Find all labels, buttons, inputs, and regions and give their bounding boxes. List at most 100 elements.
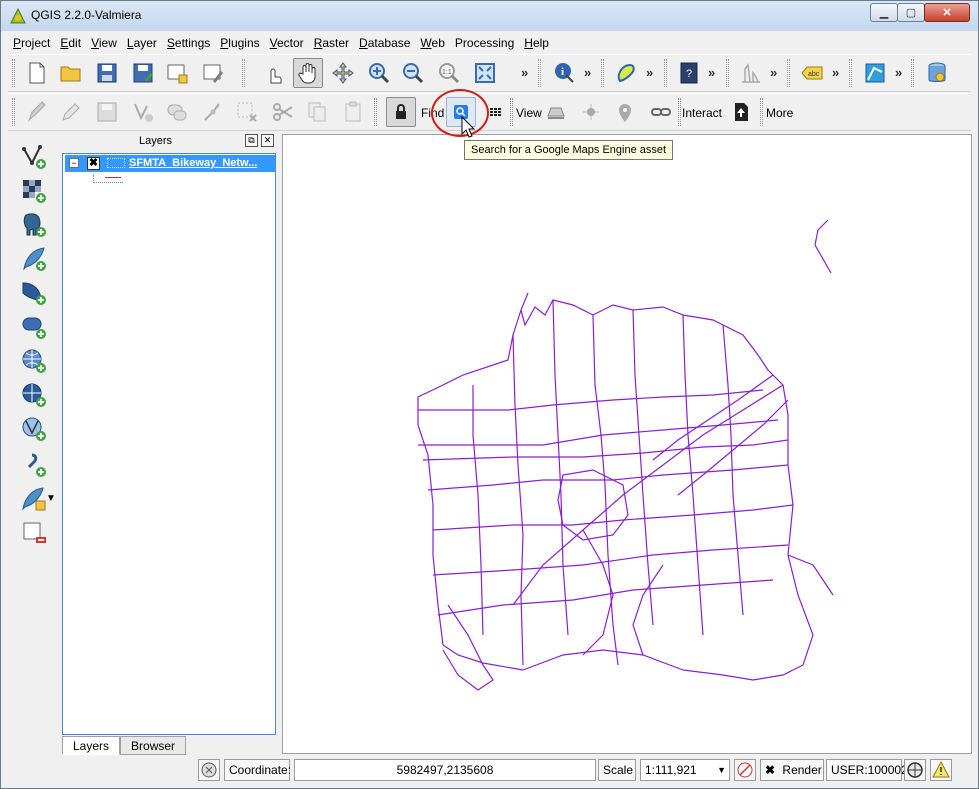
paste-features-button[interactable]	[338, 97, 368, 127]
add-raster-layer-button[interactable]	[18, 176, 50, 206]
node-tool-button[interactable]	[198, 97, 228, 127]
close-panel-button[interactable]: ✕	[261, 134, 274, 147]
zoom-in-button[interactable]	[364, 58, 394, 88]
add-vector-layer-button[interactable]	[18, 142, 50, 172]
menu-raster[interactable]: Raster	[309, 32, 354, 54]
render-toggle[interactable]: ✖ Render	[760, 759, 824, 781]
menu-layer[interactable]: Layer	[122, 32, 162, 54]
pan-map-button[interactable]	[293, 58, 323, 88]
toolbar-grip[interactable]	[678, 98, 681, 126]
gme-view-map-button[interactable]	[541, 97, 571, 127]
minimize-button[interactable]: ▁	[870, 3, 898, 22]
tab-browser[interactable]: Browser	[120, 736, 187, 755]
add-wcs-layer-button[interactable]	[18, 380, 50, 410]
toolbar-grip[interactable]	[12, 59, 15, 87]
coordinate-field[interactable]: 5982497,2135608	[294, 759, 596, 781]
toolbar-overflow-chevron[interactable]: »	[646, 65, 653, 80]
open-project-button[interactable]	[56, 58, 86, 88]
toolbar-grip[interactable]	[510, 98, 513, 126]
copy-features-button[interactable]	[302, 97, 332, 127]
close-button[interactable]: ✕	[924, 3, 970, 22]
menu-plugins[interactable]: Plugins	[215, 32, 264, 54]
move-feature-button[interactable]	[162, 97, 192, 127]
toolbar-grip[interactable]	[787, 59, 790, 87]
cut-features-button[interactable]	[268, 97, 298, 127]
toolbar-grip[interactable]	[242, 59, 245, 87]
warning-button[interactable]	[930, 759, 952, 781]
georeferencer-button[interactable]	[860, 58, 890, 88]
raster-histogram-button[interactable]	[736, 58, 766, 88]
zoom-actual-size-button[interactable]: 1:1	[434, 58, 464, 88]
menu-web[interactable]: Web	[415, 32, 449, 54]
map-canvas[interactable]	[282, 134, 972, 754]
toolbar-grip[interactable]	[849, 59, 852, 87]
save-edits-button[interactable]	[92, 97, 122, 127]
menu-project[interactable]: Project	[8, 32, 55, 54]
toolbar-grip[interactable]	[664, 59, 667, 87]
pan-to-selection-button[interactable]	[328, 58, 358, 88]
add-spatialite-layer-button[interactable]	[18, 244, 50, 274]
collapse-toggle[interactable]: −	[69, 158, 79, 168]
toolbar-grip[interactable]	[538, 59, 541, 87]
db-manager-button[interactable]	[922, 58, 952, 88]
float-panel-button[interactable]: ⧉	[245, 134, 258, 147]
toggle-editing-button[interactable]	[56, 97, 86, 127]
new-project-button[interactable]	[22, 58, 52, 88]
composer-manager-button[interactable]	[198, 58, 228, 88]
rotation-button[interactable]	[734, 759, 756, 781]
add-postgis-layer-button[interactable]	[18, 210, 50, 240]
menu-processing[interactable]: Processing	[450, 32, 519, 54]
toolbar-grip[interactable]	[601, 59, 604, 87]
help-contents-button[interactable]: ?	[674, 58, 704, 88]
add-wms-layer-button[interactable]	[18, 346, 50, 376]
menu-vector[interactable]: Vector	[265, 32, 309, 54]
maximize-button[interactable]: ▢	[897, 3, 925, 22]
chevron-down-icon[interactable]: ▼	[717, 760, 726, 780]
toolbar-grip[interactable]	[374, 98, 377, 126]
save-as-button[interactable]	[128, 58, 158, 88]
toolbar-overflow-chevron[interactable]: »	[708, 65, 715, 80]
toolbar-grip[interactable]	[760, 98, 763, 126]
menu-help[interactable]: Help	[519, 32, 554, 54]
crs-status[interactable]: USER:100002	[826, 759, 908, 781]
layer-visibility-checkbox[interactable]: ✖	[87, 157, 100, 170]
new-print-composer-button[interactable]	[162, 58, 192, 88]
save-project-button[interactable]	[92, 58, 122, 88]
gme-link-button[interactable]	[646, 97, 676, 127]
messages-button[interactable]	[198, 759, 220, 781]
gme-view-point-button[interactable]	[576, 97, 606, 127]
toolbar-overflow-chevron[interactable]: »	[770, 65, 777, 80]
toolbar-grip[interactable]	[911, 59, 914, 87]
crs-button[interactable]	[904, 759, 926, 781]
dropdown-arrow-icon[interactable]: ▼	[46, 493, 56, 504]
identify-features-button[interactable]: i	[549, 58, 579, 88]
add-delimited-text-layer-button[interactable]	[18, 450, 50, 480]
gme-login-button[interactable]	[386, 97, 416, 127]
menu-edit[interactable]: Edit	[55, 32, 86, 54]
layer-name[interactable]: SFMTA_Bikeway_Netw...	[129, 157, 257, 169]
measure-line-button[interactable]	[611, 58, 641, 88]
toolbar-overflow-chevron[interactable]: »	[584, 65, 591, 80]
more-label[interactable]: More	[766, 106, 793, 120]
add-mssql-layer-button[interactable]	[18, 278, 50, 308]
toolbar-overflow-chevron[interactable]: »	[521, 65, 528, 80]
zoom-out-button[interactable]	[398, 58, 428, 88]
touch-zoom-button[interactable]	[258, 58, 288, 88]
render-checkbox[interactable]: ✖	[765, 763, 775, 777]
tab-layers[interactable]: Layers	[62, 736, 121, 755]
toolbar-overflow-chevron[interactable]: »	[895, 65, 902, 80]
remove-layer-button[interactable]	[18, 518, 50, 548]
current-edits-button[interactable]	[22, 97, 52, 127]
add-feature-button[interactable]	[128, 97, 158, 127]
layer-item[interactable]: − ✖ SFMTA_Bikeway_Netw...	[65, 155, 275, 172]
delete-selected-button[interactable]	[232, 97, 262, 127]
gme-view-pin-button[interactable]	[610, 97, 640, 127]
gme-upload-button[interactable]	[726, 97, 756, 127]
menu-view[interactable]: View	[86, 32, 122, 54]
toolbar-grip[interactable]	[12, 98, 15, 126]
toolbar-overflow-chevron[interactable]: »	[832, 65, 839, 80]
menu-database[interactable]: Database	[354, 32, 415, 54]
menu-settings[interactable]: Settings	[162, 32, 215, 54]
layer-labeling-button[interactable]: abc	[797, 58, 827, 88]
scale-combobox[interactable]: 1:111,921 ▼	[640, 759, 730, 781]
